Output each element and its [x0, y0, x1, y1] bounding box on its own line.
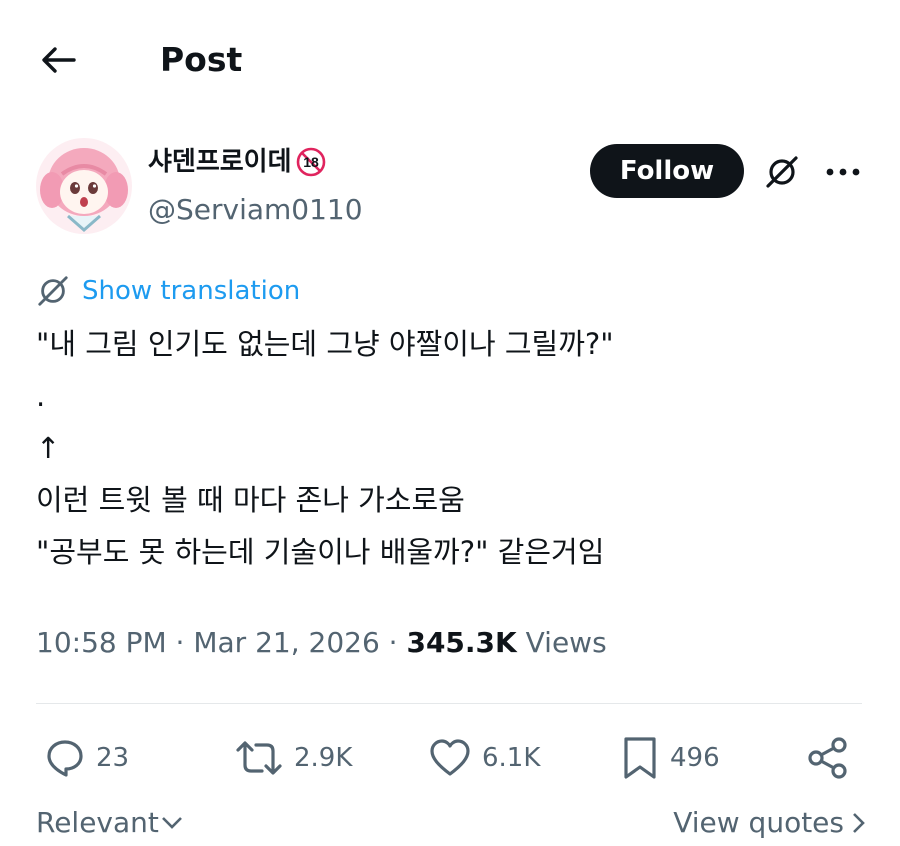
reply-button[interactable]: 23: [44, 728, 129, 788]
bookmark-count: 496: [670, 743, 720, 773]
views-label: Views: [516, 626, 607, 659]
show-translation-label: Show translation: [82, 276, 301, 306]
arrow-left-icon: [42, 47, 76, 73]
tweet-text: "내 그림 인기도 없는데 그냥 야짤이나 그릴까?" . ↑ 이런 트윗 볼 …: [36, 318, 866, 578]
tweet-time[interactable]: 10:58 PM: [36, 620, 167, 666]
sort-label: Relevant: [36, 806, 159, 839]
repost-button[interactable]: 2.9K: [234, 728, 352, 788]
share-icon: [808, 737, 847, 779]
top-bar: Post: [0, 0, 900, 120]
tweet-line: "내 그림 인기도 없는데 그냥 야짤이나 그릴까?": [36, 327, 614, 361]
author-row: 샤덴프로이데 18 @Serviam0110 Follow: [36, 138, 866, 238]
chevron-right-icon: [853, 812, 865, 833]
back-button[interactable]: [36, 38, 80, 82]
reply-count: 23: [96, 743, 130, 773]
grok-button[interactable]: [760, 152, 804, 192]
like-button[interactable]: 6.1K: [428, 728, 540, 788]
repost-count: 2.9K: [294, 743, 353, 773]
avatar-image: [36, 138, 132, 234]
display-name[interactable]: 샤덴프로이데: [148, 144, 292, 180]
user-handle[interactable]: @Serviam0110: [148, 192, 363, 228]
grok-icon: [766, 156, 798, 188]
translate-icon: [38, 276, 68, 306]
age-badge-text: 18: [303, 154, 319, 170]
display-name-row: 샤덴프로이데 18: [148, 144, 326, 180]
more-horizontal-icon: [826, 168, 860, 176]
divider: [36, 703, 862, 704]
meta-separator: ·: [166, 626, 194, 659]
repost-icon: [236, 741, 282, 775]
replies-toolbar: Relevant View quotes: [36, 806, 866, 846]
tweet-line: .: [36, 379, 46, 413]
page-title: Post: [160, 40, 243, 79]
age-restricted-icon: 18: [296, 147, 325, 177]
follow-button[interactable]: Follow: [590, 144, 744, 198]
avatar[interactable]: [36, 138, 132, 234]
tweet-date[interactable]: Mar 21, 2026: [193, 620, 379, 666]
age-restricted-badge: 18: [296, 147, 326, 177]
action-bar: 23 2.9K 6.1K 496: [36, 728, 862, 788]
heart-icon: [430, 739, 470, 776]
tweet-line: 이런 트윗 볼 때 마다 존나 가소로움: [36, 483, 465, 517]
tweet-meta: 10:58 PM · Mar 21, 2026 · 345.3K Views: [36, 620, 607, 666]
views-count[interactable]: 345.3K: [406, 620, 516, 666]
reply-icon: [47, 740, 83, 777]
chevron-down-icon: [161, 816, 182, 829]
view-quotes-link[interactable]: View quotes: [673, 806, 866, 839]
bookmark-icon: [624, 737, 656, 779]
sort-dropdown[interactable]: Relevant: [36, 806, 183, 839]
like-count: 6.1K: [482, 743, 541, 773]
more-options-button[interactable]: [820, 152, 866, 192]
meta-separator: ·: [379, 626, 407, 659]
view-quotes-label: View quotes: [673, 806, 844, 839]
tweet-line: ↑: [36, 431, 61, 465]
tweet-line: "공부도 못 하는데 기술이나 배울까?" 같은거임: [36, 535, 605, 569]
show-translation-link[interactable]: Show translation: [36, 272, 300, 310]
bookmark-button[interactable]: 496: [620, 728, 720, 788]
share-button[interactable]: [806, 728, 850, 788]
